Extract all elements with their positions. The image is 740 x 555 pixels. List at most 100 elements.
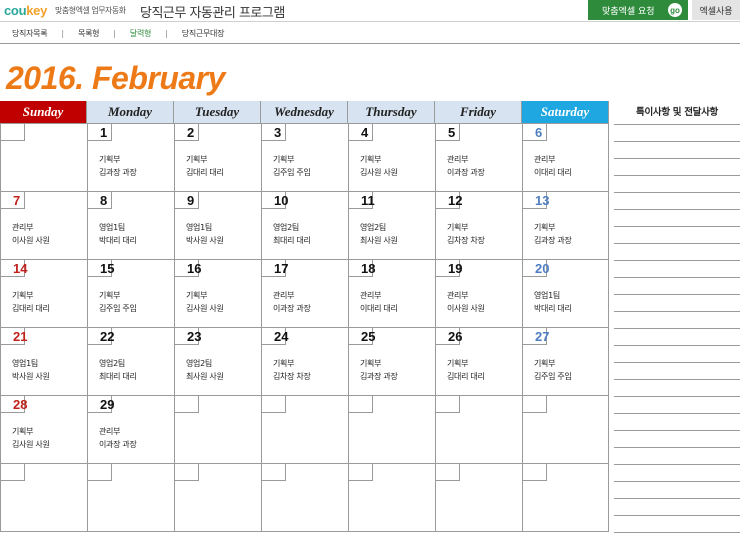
notes-line xyxy=(614,515,740,516)
calendar-cell[interactable] xyxy=(522,463,609,531)
grid-line xyxy=(0,531,609,532)
calendar-cell[interactable] xyxy=(0,123,87,191)
date-number: 22 xyxy=(88,328,114,345)
logo-subtitle: 맞춤형엑셀 업무자동화 xyxy=(55,6,126,15)
duty-person: 박사원 사원 xyxy=(12,372,50,381)
calendar-cell[interactable] xyxy=(174,395,261,463)
calendar-cell[interactable]: 4 기획부 김사원 사원 xyxy=(348,123,435,191)
duty-department: 관리부 xyxy=(360,291,382,300)
calendar-cell[interactable]: 6 관리부 이대리 대리 xyxy=(522,123,609,191)
coukey-logo[interactable]: coukey xyxy=(4,3,47,18)
calendar-cell[interactable]: 22 영업2팀 최대리 대리 xyxy=(87,327,174,395)
calendar-cell[interactable]: 12 기획부 김차장 차장 xyxy=(435,191,522,259)
date-number xyxy=(262,464,286,481)
duty-assignment: 기획부 김대리 대리 xyxy=(447,357,485,383)
tab-2[interactable]: 목록형 xyxy=(78,28,99,39)
date-number xyxy=(349,396,373,413)
duty-person: 이대리 대리 xyxy=(534,168,572,177)
weekday-header-thursday: Thursday xyxy=(348,101,435,123)
date-number: 16 xyxy=(175,260,201,277)
calendar-cell[interactable]: 29 관리부 이과장 과장 xyxy=(87,395,174,463)
duty-person: 박대리 대리 xyxy=(534,304,572,313)
calendar-cell[interactable]: 16 기획부 김사원 사원 xyxy=(174,259,261,327)
notes-line xyxy=(614,243,740,244)
duty-assignment: 기획부 김사원 사원 xyxy=(12,425,50,451)
duty-department: 관리부 xyxy=(99,427,121,436)
calendar-cell[interactable]: 14 기획부 김대리 대리 xyxy=(0,259,87,327)
date-number: 29 xyxy=(88,396,114,413)
calendar-cell[interactable] xyxy=(87,463,174,531)
tab-1[interactable]: 당직자목록 xyxy=(12,28,48,39)
date-number: 28 xyxy=(1,396,27,413)
calendar-cell[interactable]: 2 기획부 김대리 대리 xyxy=(174,123,261,191)
calendar-cell[interactable] xyxy=(0,463,87,531)
calendar-cell[interactable]: 24 기획부 김차장 차장 xyxy=(261,327,348,395)
calendar-cell[interactable]: 20 영업1팀 박대리 대리 xyxy=(522,259,609,327)
calendar-cell[interactable]: 26 기획부 김대리 대리 xyxy=(435,327,522,395)
duty-department: 기획부 xyxy=(447,223,469,232)
custom-excel-request-button[interactable]: 맞춤엑셀 요청 go xyxy=(588,0,688,20)
duty-department: 영업2팀 xyxy=(360,223,386,232)
calendar-cell[interactable]: 19 관리부 이사원 사원 xyxy=(435,259,522,327)
calendar-cell[interactable]: 5 관리부 이과장 과장 xyxy=(435,123,522,191)
app-header: coukey 맞춤형엑셀 업무자동화 당직근무 자동관리 프로그램 맞춤엑셀 요… xyxy=(0,0,740,22)
date-number xyxy=(436,396,460,413)
duty-person: 김주임 주임 xyxy=(99,304,137,313)
calendar-cell[interactable]: 13 기획부 김과장 과장 xyxy=(522,191,609,259)
go-icon: go xyxy=(668,3,682,17)
date-number: 8 xyxy=(88,192,112,209)
calendar-cell[interactable]: 11 영업2팀 최사원 사원 xyxy=(348,191,435,259)
duty-department: 기획부 xyxy=(12,291,34,300)
notes-line xyxy=(614,430,740,431)
date-number xyxy=(1,464,25,481)
notes-line xyxy=(614,124,740,125)
duty-department: 관리부 xyxy=(447,155,469,164)
weekday-header-tuesday: Tuesday xyxy=(174,101,261,123)
notes-line xyxy=(614,192,740,193)
duty-assignment: 관리부 이사원 사원 xyxy=(12,221,50,247)
calendar-cell[interactable] xyxy=(348,463,435,531)
duty-person: 이사원 사원 xyxy=(447,304,485,313)
duty-department: 기획부 xyxy=(186,291,208,300)
calendar-cell[interactable]: 18 관리부 이대리 대리 xyxy=(348,259,435,327)
calendar-cell[interactable]: 17 관리부 이과장 과장 xyxy=(261,259,348,327)
calendar-cell[interactable] xyxy=(435,463,522,531)
calendar-cell[interactable]: 25 기획부 김과장 과장 xyxy=(348,327,435,395)
calendar-cell[interactable]: 15 기획부 김주임 주임 xyxy=(87,259,174,327)
duty-assignment: 기획부 김대리 대리 xyxy=(186,153,224,179)
calendar-cell[interactable]: 3 기획부 김주임 주임 xyxy=(261,123,348,191)
calendar-cell[interactable]: 21 영업1팀 박사원 사원 xyxy=(0,327,87,395)
calendar-cell[interactable]: 28 기획부 김사원 사원 xyxy=(0,395,87,463)
calendar-cell[interactable] xyxy=(261,463,348,531)
tab-4[interactable]: 당직근무대장 xyxy=(182,28,225,39)
calendar-cell[interactable]: 8 영업1팀 박대리 대리 xyxy=(87,191,174,259)
date-number: 21 xyxy=(1,328,27,345)
calendar-cell[interactable]: 27 기획부 김주임 주임 xyxy=(522,327,609,395)
calendar-cell[interactable]: 7 관리부 이사원 사원 xyxy=(0,191,87,259)
notes-line xyxy=(614,175,740,176)
notes-line xyxy=(614,209,740,210)
grid-line xyxy=(0,123,1,532)
calendar-cell[interactable]: 1 기획부 김과장 과장 xyxy=(87,123,174,191)
weekday-header-sunday: Sunday xyxy=(0,101,87,123)
notes-line xyxy=(614,158,740,159)
tab-3[interactable]: 달력형 xyxy=(130,28,151,39)
calendar-cell[interactable] xyxy=(522,395,609,463)
calendar-cell[interactable] xyxy=(348,395,435,463)
excel-use-button[interactable]: 엑셀사용 xyxy=(692,0,740,20)
date-number xyxy=(262,396,286,413)
duty-assignment: 관리부 이과장 과장 xyxy=(99,425,137,451)
calendar-cell[interactable]: 9 영업1팀 박사원 사원 xyxy=(174,191,261,259)
calendar-cell[interactable] xyxy=(174,463,261,531)
duty-assignment: 영업1팀 박사원 사원 xyxy=(12,357,50,383)
duty-person: 김과장 과장 xyxy=(99,168,137,177)
calendar-cell[interactable] xyxy=(261,395,348,463)
month-title: 2016. February xyxy=(6,60,225,96)
duty-person: 박대리 대리 xyxy=(99,236,137,245)
calendar-cell[interactable]: 10 영업2팀 최대리 대리 xyxy=(261,191,348,259)
calendar-cell[interactable]: 23 영업2팀 최사원 사원 xyxy=(174,327,261,395)
calendar-cell[interactable] xyxy=(435,395,522,463)
duty-department: 영업2팀 xyxy=(186,359,212,368)
grid-line xyxy=(87,123,88,532)
notes-line xyxy=(614,498,740,499)
